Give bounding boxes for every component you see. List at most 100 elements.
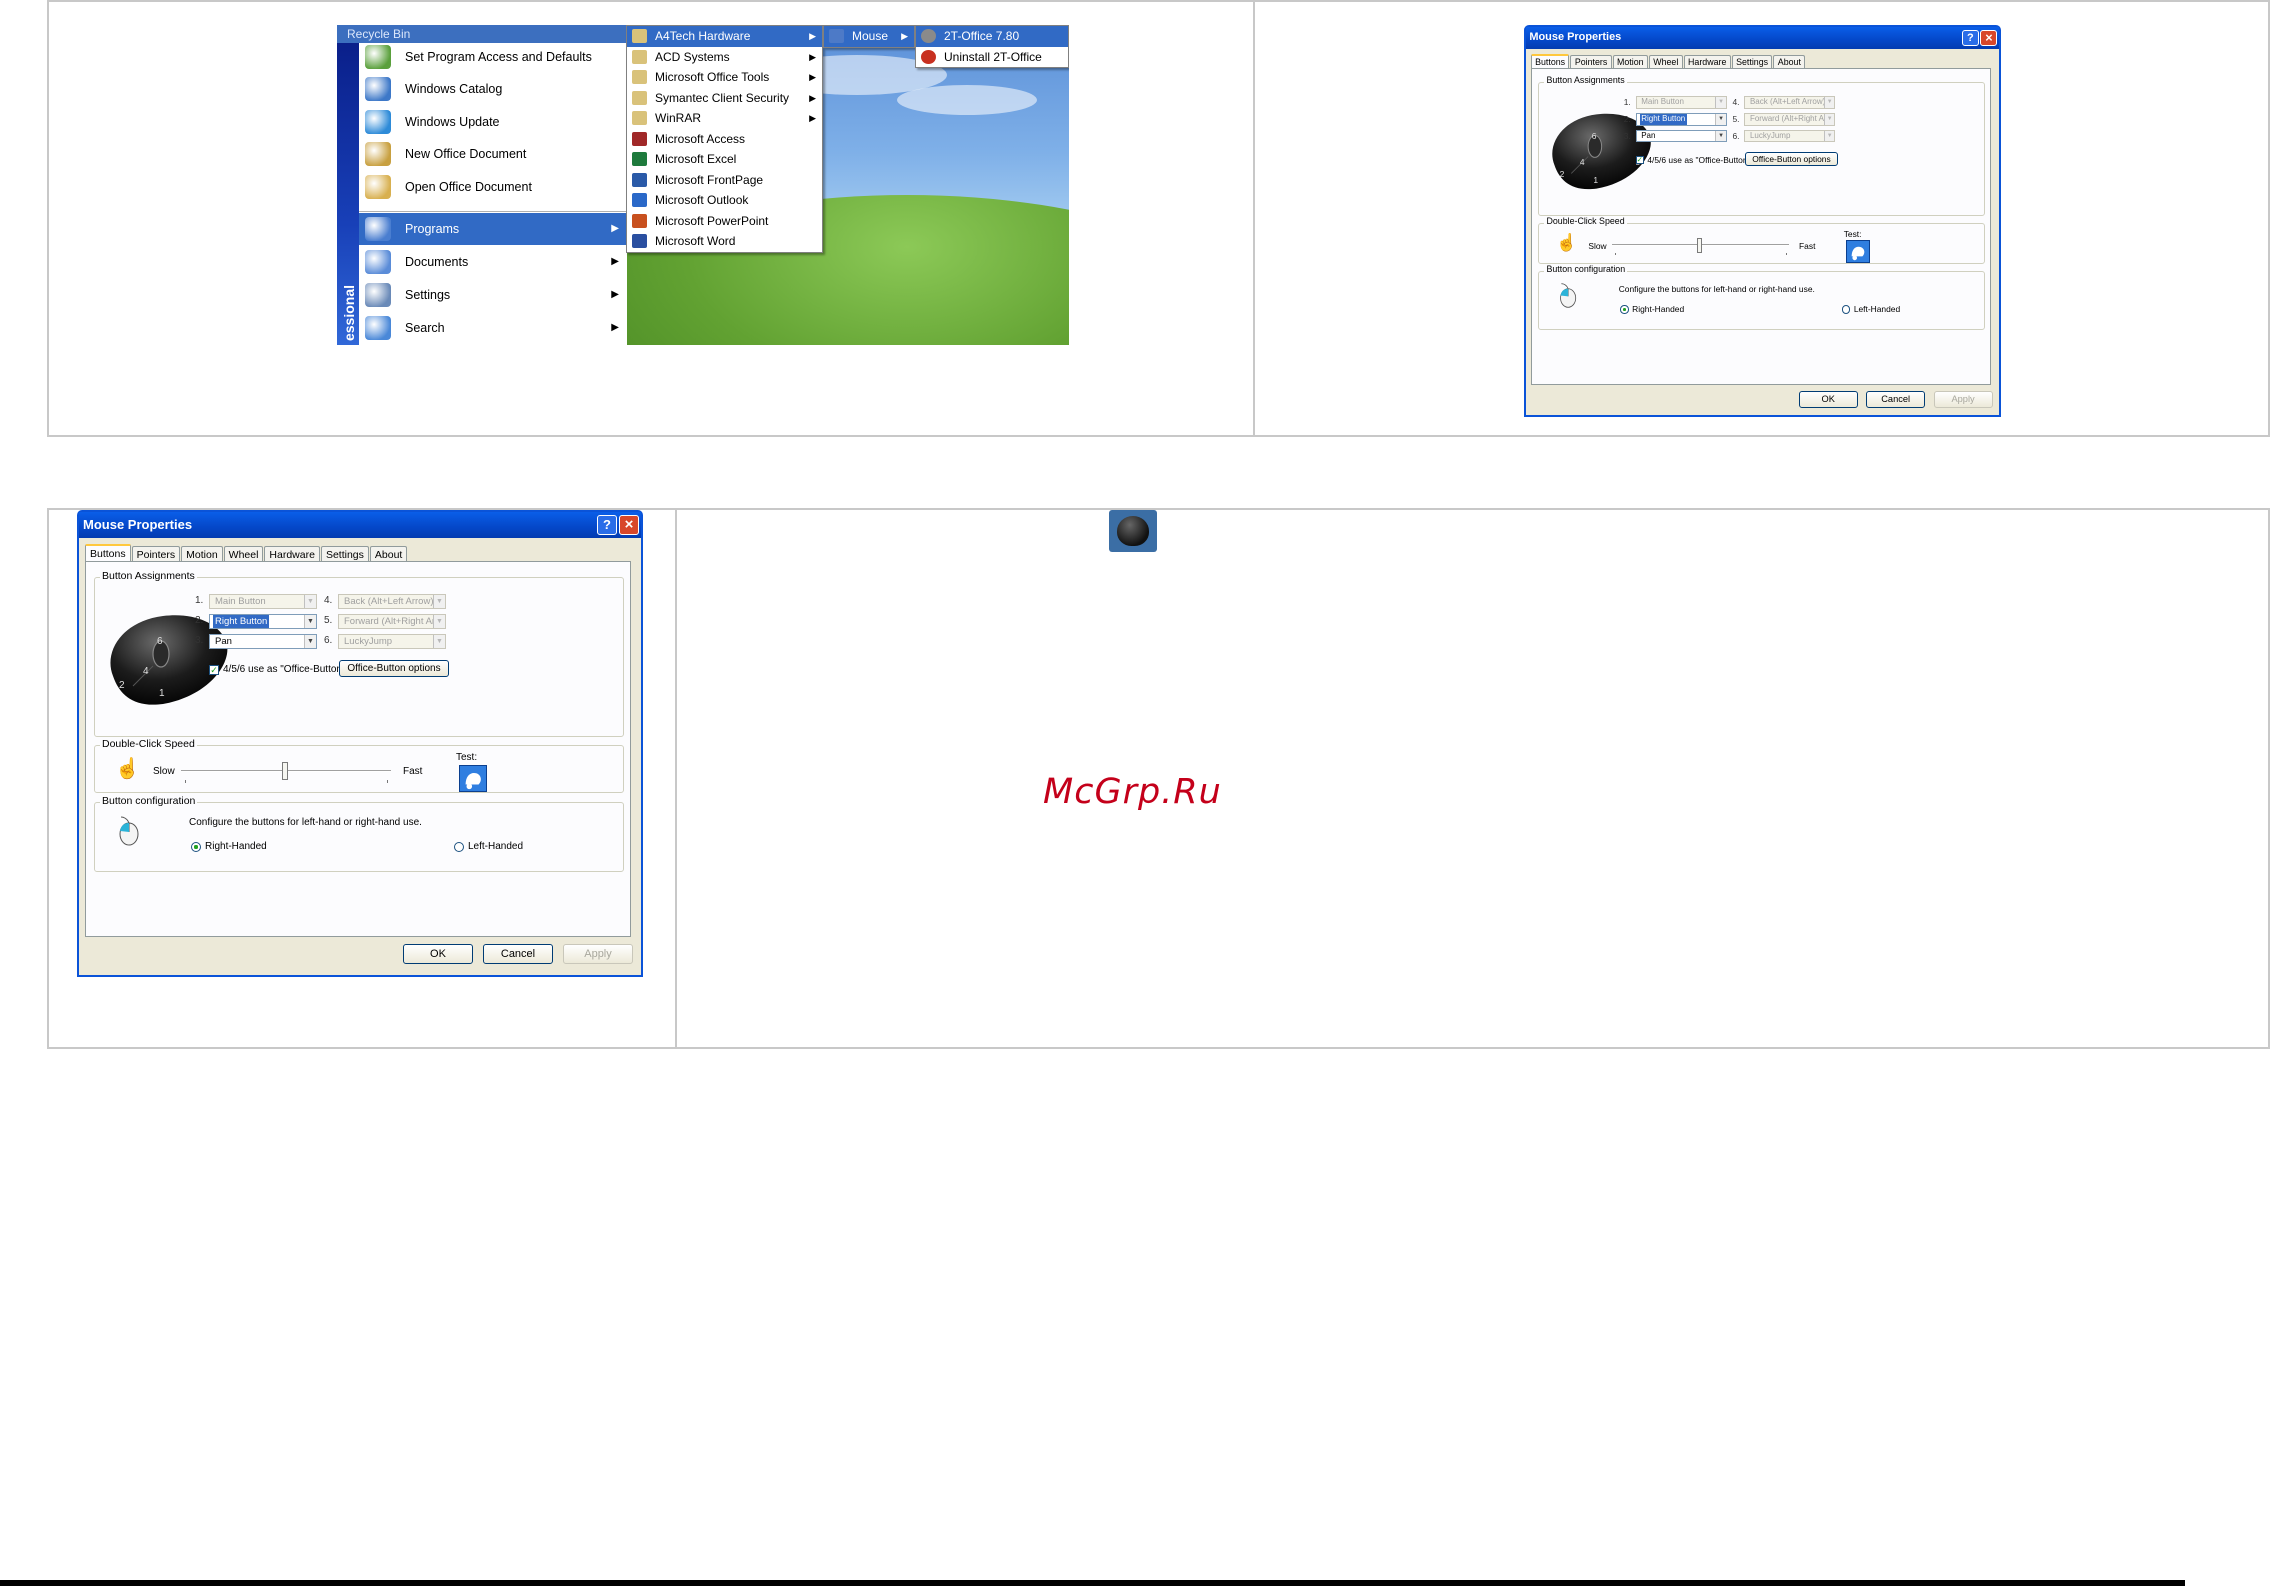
double-click-speed-group: Double-Click Speed ☝ Slow Fast Test: — [1538, 216, 1986, 264]
chevron-down-icon[interactable]: ▼ — [1824, 113, 1835, 125]
chevron-down-icon[interactable]: ▼ — [433, 595, 445, 608]
button-assignment-combo: Back (Alt+Left Arrow) ▼ — [338, 594, 446, 609]
button-assignment-combo[interactable]: Pan ▼ — [1635, 129, 1727, 143]
double-click-slider-thumb[interactable] — [282, 762, 288, 780]
test-area-icon[interactable] — [1846, 240, 1870, 263]
start-menu-item[interactable]: Documents ▶ — [359, 246, 627, 278]
program-icon — [921, 49, 936, 64]
chevron-right-icon: ▶ — [901, 31, 908, 41]
combo-value: Main Button — [1641, 97, 1684, 107]
start-menu-item[interactable]: Open Office Document — [359, 171, 627, 203]
submenu-item[interactable]: Microsoft Word — [627, 231, 822, 252]
start-menu-item[interactable]: New Office Document — [359, 138, 627, 170]
submenu-item[interactable]: A4Tech Hardware ▶ — [627, 26, 822, 47]
chevron-down-icon[interactable]: ▼ — [304, 635, 316, 648]
test-area-icon[interactable] — [459, 765, 487, 792]
close-button[interactable]: × — [1980, 29, 1998, 47]
double-click-speed-legend: Double-Click Speed — [100, 738, 197, 750]
ok-button[interactable]: OK — [403, 944, 473, 964]
left-handed-radio[interactable] — [454, 842, 464, 852]
submenu-item[interactable]: Microsoft FrontPage — [627, 170, 822, 191]
cancel-button[interactable]: Cancel — [1866, 390, 1926, 408]
apply-button: Apply — [1933, 390, 1993, 408]
configuration-description: Configure the buttons for left-hand or r… — [189, 817, 422, 828]
start-menu-item[interactable]: Windows Catalog — [359, 73, 627, 105]
chevron-down-icon[interactable]: ▼ — [1715, 97, 1726, 108]
submenu-item[interactable]: Microsoft Excel — [627, 149, 822, 170]
assignment-number: 6. — [1732, 130, 1740, 141]
start-menu-item-label: Programs — [405, 222, 460, 236]
slow-label: Slow — [153, 766, 175, 777]
submenu-item[interactable]: ACD Systems ▶ — [627, 47, 822, 68]
button-assignment-combo[interactable]: Pan ▼ — [209, 634, 317, 649]
chevron-down-icon[interactable]: ▼ — [1715, 113, 1726, 125]
submenu-item[interactable]: Mouse ▶ — [824, 26, 914, 47]
office-button-checkbox[interactable]: ✓ — [1635, 155, 1644, 165]
chevron-down-icon[interactable]: ▼ — [304, 615, 316, 628]
submenu-item[interactable]: WinRAR ▶ — [627, 108, 822, 129]
start-menu-item[interactable]: Windows Update — [359, 106, 627, 138]
help-button[interactable]: ? — [597, 515, 617, 535]
start-menu-item[interactable]: Set Program Access and Defaults — [359, 41, 627, 73]
double-click-slider-thumb[interactable] — [1697, 237, 1703, 253]
mouse-button-number: 6 — [157, 636, 163, 647]
start-menu-item[interactable]: Search ▶ — [359, 312, 627, 344]
assignment-number: 2. — [195, 615, 204, 626]
start-menu-item-label: Windows Catalog — [405, 82, 503, 96]
chevron-right-icon: ▶ — [611, 322, 619, 333]
submenu-item[interactable]: Microsoft Office Tools ▶ — [627, 67, 822, 88]
button-assignment-combo: Forward (Alt+Right Arrow) ▼ — [338, 614, 446, 629]
submenu-item-label: Uninstall 2T-Office — [944, 49, 1042, 64]
combo-value: LuckyJump — [344, 636, 393, 647]
chevron-down-icon[interactable]: ▼ — [304, 595, 316, 608]
button-assignments-legend: Button Assignments — [100, 570, 197, 582]
mouse-properties-dialog: Mouse Properties? × Buttons Pointers Motion W… — [1524, 25, 2001, 417]
submenu-item[interactable]: Microsoft Outlook — [627, 190, 822, 211]
help-button[interactable]: ? — [1961, 29, 1979, 47]
submenu-item[interactable]: Microsoft Access — [627, 129, 822, 150]
dialog-title: Mouse Properties — [1529, 31, 1622, 43]
assignment-number: 5. — [1732, 113, 1740, 124]
submenu-item[interactable]: Symantec Client Security ▶ — [627, 88, 822, 109]
submenu-item[interactable]: Microsoft PowerPoint — [627, 211, 822, 232]
chevron-right-icon: ▶ — [611, 256, 619, 267]
title-bar: Mouse Properties? × — [1526, 27, 1999, 49]
office-button-options-button[interactable]: Office-Button options — [339, 660, 449, 677]
button-assignment-combo: Main Button ▼ — [1635, 96, 1727, 109]
assignment-number: 3. — [195, 635, 204, 646]
button-configuration-group: Button configuration Configure the button… — [94, 795, 624, 872]
text-cell: McGrp.Ru — [675, 508, 2270, 1049]
button-assignment-combo[interactable]: Right Button ▼ — [1635, 112, 1727, 126]
combo-value: Forward (Alt+Right Arrow) — [344, 616, 446, 627]
submenu-item[interactable]: Uninstall 2T-Office — [916, 47, 1068, 68]
chevron-down-icon[interactable]: ▼ — [1824, 97, 1835, 108]
fast-label: Fast — [403, 766, 423, 777]
start-menu-item[interactable]: Settings ▶ — [359, 279, 627, 311]
chevron-down-icon[interactable]: ▼ — [1824, 130, 1835, 142]
office-button-options-button[interactable]: Office-Button options — [1745, 151, 1838, 167]
submenu-item[interactable]: 2T-Office 7.80 — [916, 26, 1068, 47]
left-handed-radio[interactable] — [1842, 305, 1851, 314]
close-button[interactable]: × — [619, 515, 639, 535]
tab-panel-buttons: Button Assignments 625141.Main Button▼2.… — [85, 561, 631, 937]
right-handed-radio[interactable] — [191, 842, 201, 852]
band-text: essional — [341, 284, 357, 341]
right-handed-radio[interactable] — [1620, 305, 1629, 314]
button-assignment-combo[interactable]: Right Button ▼ — [209, 614, 317, 629]
folder-icon — [632, 90, 647, 105]
assignment-number: 4. — [324, 595, 333, 606]
chevron-right-icon: ▶ — [611, 289, 619, 300]
cancel-button[interactable]: Cancel — [483, 944, 553, 964]
chevron-down-icon[interactable]: ▼ — [1715, 130, 1726, 142]
assignment-number: 5. — [324, 615, 333, 626]
button-configuration-legend: Button configuration — [1544, 264, 1628, 275]
right-handed-label: Right-Handed — [1632, 304, 1685, 315]
office-button-checkbox[interactable]: ✓ — [209, 665, 219, 675]
submenu-item-label: WinRAR — [655, 111, 702, 125]
start-menu-item[interactable]: Programs ▶ — [359, 213, 627, 245]
chevron-down-icon[interactable]: ▼ — [433, 635, 445, 648]
right-handed-label: Right-Handed — [205, 841, 267, 852]
chevron-down-icon[interactable]: ▼ — [433, 615, 445, 628]
ok-button[interactable]: OK — [1798, 390, 1858, 408]
mouse-button-number: 4 — [143, 666, 149, 677]
